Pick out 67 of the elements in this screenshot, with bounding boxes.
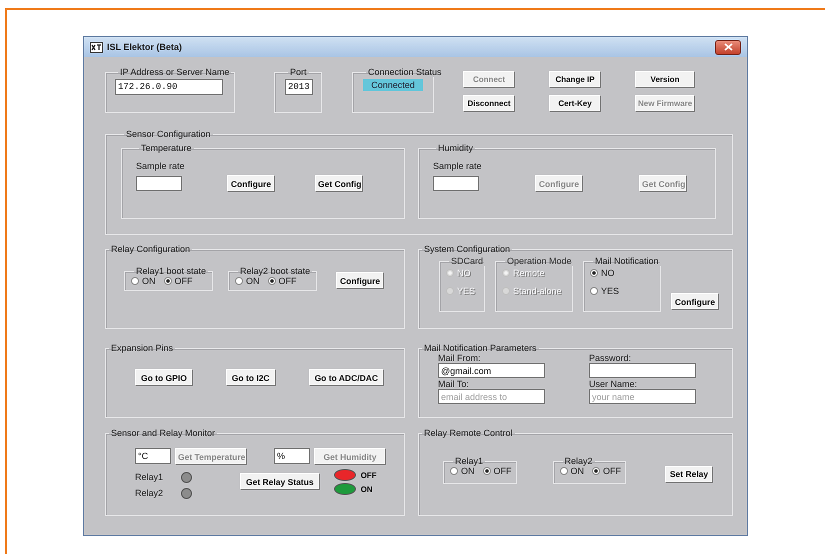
field-label: Sample rate [433, 161, 483, 171]
group-title: SDCard [450, 256, 484, 266]
radio-button[interactable]: ON [131, 276, 156, 286]
action-button[interactable]: Change IP [549, 71, 601, 88]
connection-status: Connected [363, 79, 423, 91]
sample-rate-field[interactable] [433, 176, 479, 191]
input-field[interactable]: @gmail.com [438, 363, 545, 378]
radio-button[interactable]: OFF [268, 276, 297, 286]
action-button[interactable]: Go to GPIO [135, 369, 193, 386]
relay-label: Relay1 [135, 472, 164, 482]
action-button[interactable]: Configure [227, 175, 275, 192]
group-title: Relay Configuration [110, 244, 192, 254]
app-icon [90, 42, 103, 52]
action-button[interactable]: Get Config [315, 175, 363, 192]
group-title: Mail Notification [594, 256, 660, 266]
group-title: Operation Mode [506, 256, 573, 266]
group-title: Sensor and Relay Monitor [110, 428, 216, 438]
group-title: Relay2 boot state [239, 266, 312, 276]
group-title: Port [289, 67, 308, 77]
field-label: Mail From: [438, 353, 482, 363]
group-title: Relay2 [564, 456, 594, 466]
reading-field[interactable]: % [274, 448, 310, 464]
input-field[interactable] [589, 363, 696, 378]
radio-button[interactable]: ON [235, 276, 260, 286]
field-label: Sample rate [136, 161, 186, 171]
action-button[interactable]: Cert-Key [549, 95, 601, 112]
relay-label: Relay2 [135, 488, 164, 498]
group-title: Relay1 boot state [135, 266, 208, 276]
port-field[interactable]: 2013 [285, 79, 313, 95]
group-title: Connection Status [367, 67, 443, 77]
close-button[interactable] [715, 40, 741, 54]
configure-button[interactable]: Configure [336, 272, 384, 289]
group-title: Humidity [437, 143, 474, 153]
close-icon [724, 43, 732, 51]
set-relay-button[interactable]: Set Relay [665, 466, 713, 482]
radio-button[interactable]: YES [590, 286, 656, 296]
group-title: Relay1 [454, 456, 484, 466]
group-title: IP Address or Server Name [119, 67, 230, 77]
group-title: Relay Remote Control [423, 428, 514, 438]
sample-rate-field[interactable] [136, 176, 182, 191]
input-field[interactable]: email address to [438, 389, 545, 404]
configure-button[interactable]: Configure [671, 293, 719, 310]
radio-button[interactable]: ON [450, 466, 474, 476]
action-button[interactable]: Go to ADC/DAC [308, 369, 384, 386]
field-label: User Name: [589, 379, 638, 389]
group-title: Sensor Configuration [125, 129, 212, 139]
action-button[interactable]: Disconnect [463, 95, 515, 112]
group-title: Temperature [140, 143, 193, 153]
input-field[interactable]: your name [589, 389, 696, 404]
group-title: Expansion Pins [110, 343, 174, 353]
radio-button[interactable]: NO [590, 268, 656, 278]
legend-label: ON [360, 484, 373, 494]
radio-button[interactable]: OFF [592, 466, 621, 476]
radio-button[interactable]: OFF [482, 466, 512, 476]
legend-label: OFF [360, 470, 377, 480]
action-button[interactable]: Version [635, 71, 695, 88]
window-title: ISL Elektor (Beta) [107, 42, 182, 52]
radio-button[interactable]: ON [560, 466, 584, 476]
action-button[interactable]: Go to I2C [226, 369, 276, 386]
reading-field[interactable]: °C [135, 448, 171, 464]
radio-button[interactable]: OFF [164, 276, 192, 286]
ip-address-field[interactable]: 172.26.0.90 [115, 79, 223, 95]
field-label: Password: [589, 353, 632, 363]
relay-status-button[interactable]: Get Relay Status [240, 473, 320, 490]
field-label: Mail To: [438, 379, 470, 389]
group-title: System Configuration [423, 244, 512, 254]
group-title: Mail Notification Parameters [423, 343, 538, 353]
